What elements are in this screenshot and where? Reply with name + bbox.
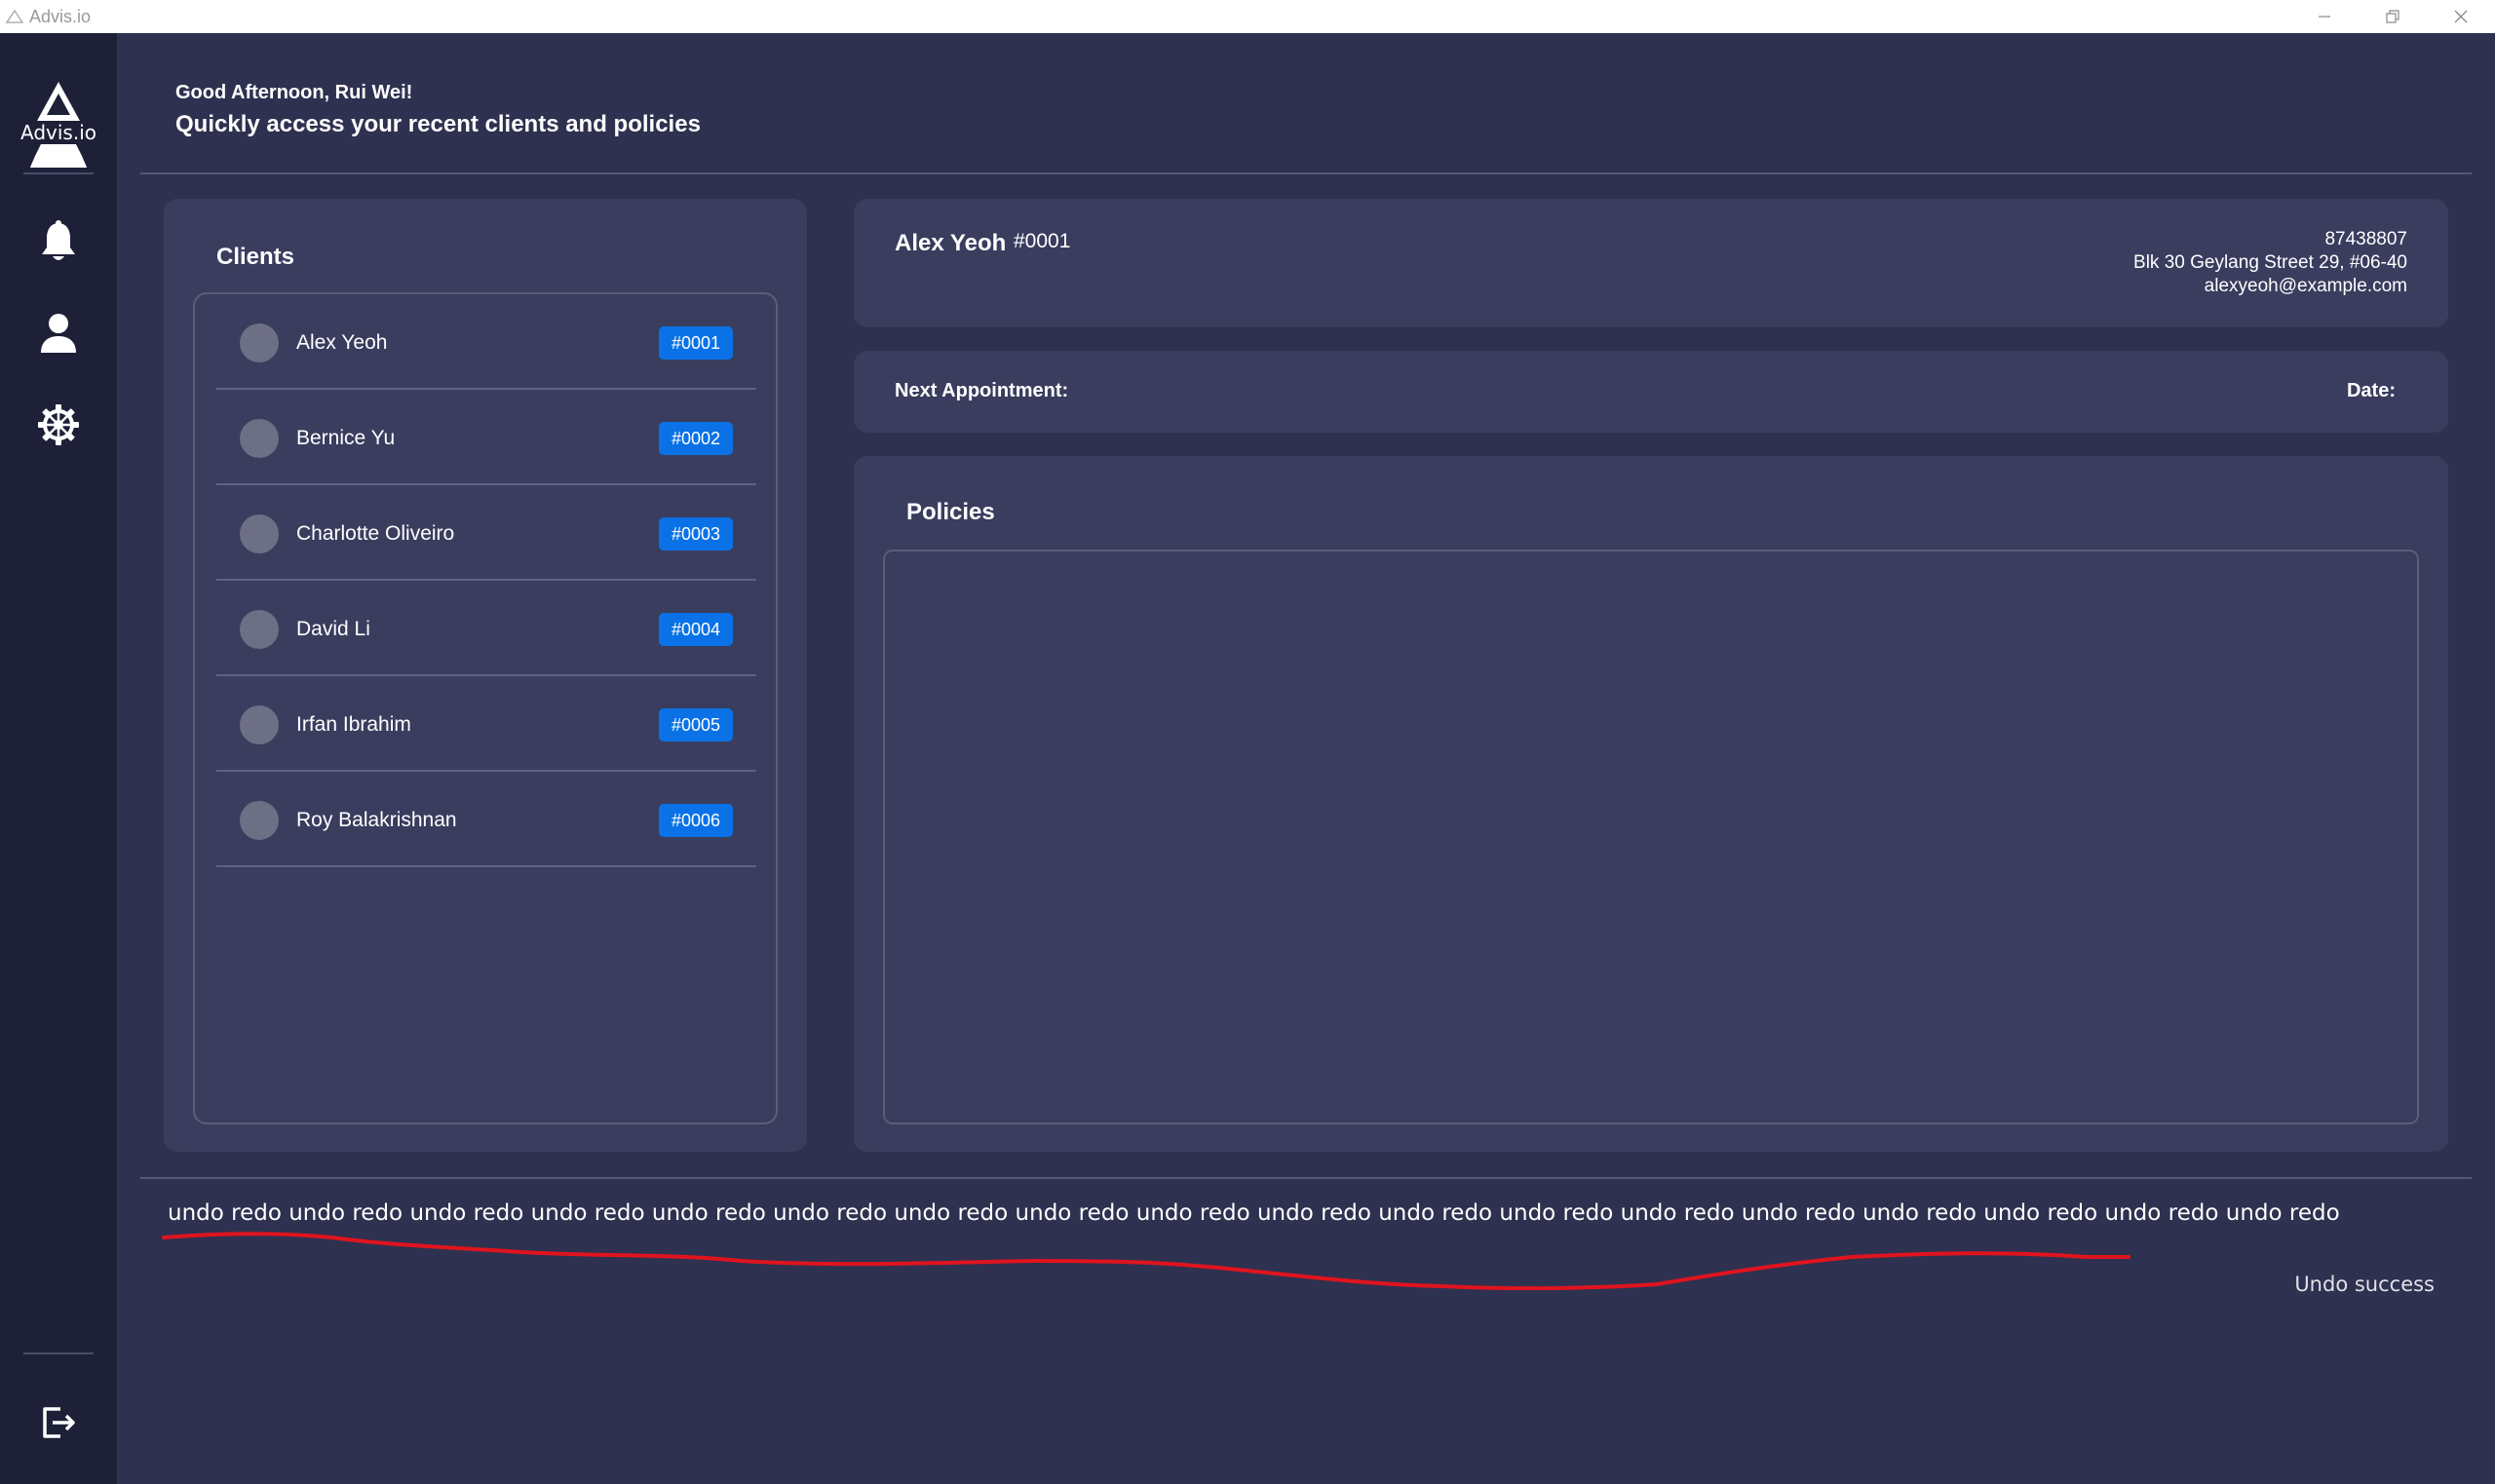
- close-icon: [2454, 10, 2468, 23]
- app-logo-icon: [4, 9, 25, 24]
- page-subtitle: Quickly access your recent clients and p…: [175, 111, 701, 137]
- detail-email: alexyeoh@example.com: [2204, 276, 2407, 296]
- client-id-badge: #0006: [659, 804, 733, 837]
- restore-icon: [2386, 10, 2399, 23]
- close-button[interactable]: [2427, 0, 2495, 33]
- window-title: Advis.io: [29, 6, 92, 26]
- client-name: David Li: [296, 618, 370, 640]
- restore-button[interactable]: [2359, 0, 2427, 33]
- clients-panel: Clients Alex Yeoh #0001 Bernice Yu #0002…: [164, 199, 807, 1152]
- logo-text: Advis.io: [20, 121, 96, 144]
- client-name: Irfan Ibrahim: [296, 713, 411, 736]
- avatar: [240, 419, 279, 458]
- avatar: [240, 705, 279, 744]
- clients-list[interactable]: Alex Yeoh #0001 Bernice Yu #0002 Charlot…: [193, 292, 778, 1124]
- client-name: Roy Balakrishnan: [296, 809, 457, 831]
- next-appointment-label: Next Appointment:: [895, 380, 1069, 401]
- client-row[interactable]: Roy Balakrishnan #0006: [216, 772, 756, 867]
- client-name: Bernice Yu: [296, 427, 396, 449]
- client-name: Charlotte Oliveiro: [296, 522, 455, 545]
- policies-panel: Policies: [854, 456, 2448, 1152]
- command-result-text: Undo success: [2294, 1273, 2435, 1296]
- window-controls: [2290, 0, 2495, 33]
- client-id-badge: #0002: [659, 422, 733, 455]
- client-id-badge: #0004: [659, 613, 733, 646]
- avatar: [240, 514, 279, 553]
- detail-client-id: #0001: [1014, 230, 1071, 252]
- client-row[interactable]: Bernice Yu #0002: [216, 390, 756, 485]
- client-id-badge: #0001: [659, 326, 733, 360]
- detail-address: Blk 30 Geylang Street 29, #06-40: [2133, 252, 2407, 273]
- avatar: [240, 323, 279, 362]
- greeting-text: Good Afternoon, Rui Wei!: [175, 82, 413, 103]
- user-icon: [41, 314, 76, 353]
- sidebar: Advis.io: [0, 33, 117, 1484]
- header-divider: [140, 172, 2472, 174]
- sidebar-item-profile[interactable]: [29, 304, 88, 362]
- appointment-date-label: Date:: [2346, 380, 2396, 401]
- client-detail-panel: Alex Yeoh #0001 87438807 Blk 30 Geylang …: [854, 199, 2448, 327]
- policies-title: Policies: [906, 499, 995, 525]
- client-row[interactable]: Alex Yeoh #0001: [216, 294, 756, 390]
- policies-list[interactable]: [883, 550, 2419, 1124]
- logout-icon: [43, 1407, 75, 1438]
- window-titlebar: Advis.io: [0, 0, 2495, 33]
- avatar: [240, 610, 279, 649]
- spellcheck-underline: [162, 1232, 2130, 1291]
- client-row[interactable]: Charlotte Oliveiro #0003: [216, 485, 756, 581]
- minimize-icon: [2319, 16, 2330, 18]
- gear-icon: [38, 404, 79, 445]
- detail-contact-info: 87438807 Blk 30 Geylang Street 29, #06-4…: [2133, 228, 2407, 298]
- client-row[interactable]: David Li #0004: [216, 581, 756, 676]
- app-logo: Advis.io: [18, 80, 99, 168]
- clients-title: Clients: [216, 244, 295, 270]
- avatar: [240, 801, 279, 840]
- command-divider: [140, 1177, 2472, 1179]
- appointment-panel: Next Appointment: Date:: [854, 351, 2448, 433]
- client-id-badge: #0005: [659, 708, 733, 742]
- bell-icon: [42, 220, 75, 260]
- sidebar-divider: [23, 172, 94, 174]
- detail-phone: 87438807: [2324, 229, 2407, 249]
- client-name: Alex Yeoh: [296, 331, 388, 354]
- client-id-badge: #0003: [659, 517, 733, 551]
- sidebar-item-notifications[interactable]: [29, 212, 88, 271]
- sidebar-divider: [23, 1352, 94, 1354]
- client-row[interactable]: Irfan Ibrahim #0005: [216, 676, 756, 772]
- detail-client-name: Alex Yeoh: [895, 230, 1007, 256]
- sidebar-item-settings[interactable]: [29, 396, 88, 454]
- logout-button[interactable]: [29, 1393, 88, 1452]
- minimize-button[interactable]: [2290, 0, 2359, 33]
- command-input[interactable]: undo redo undo redo undo redo undo redo …: [168, 1200, 2340, 1226]
